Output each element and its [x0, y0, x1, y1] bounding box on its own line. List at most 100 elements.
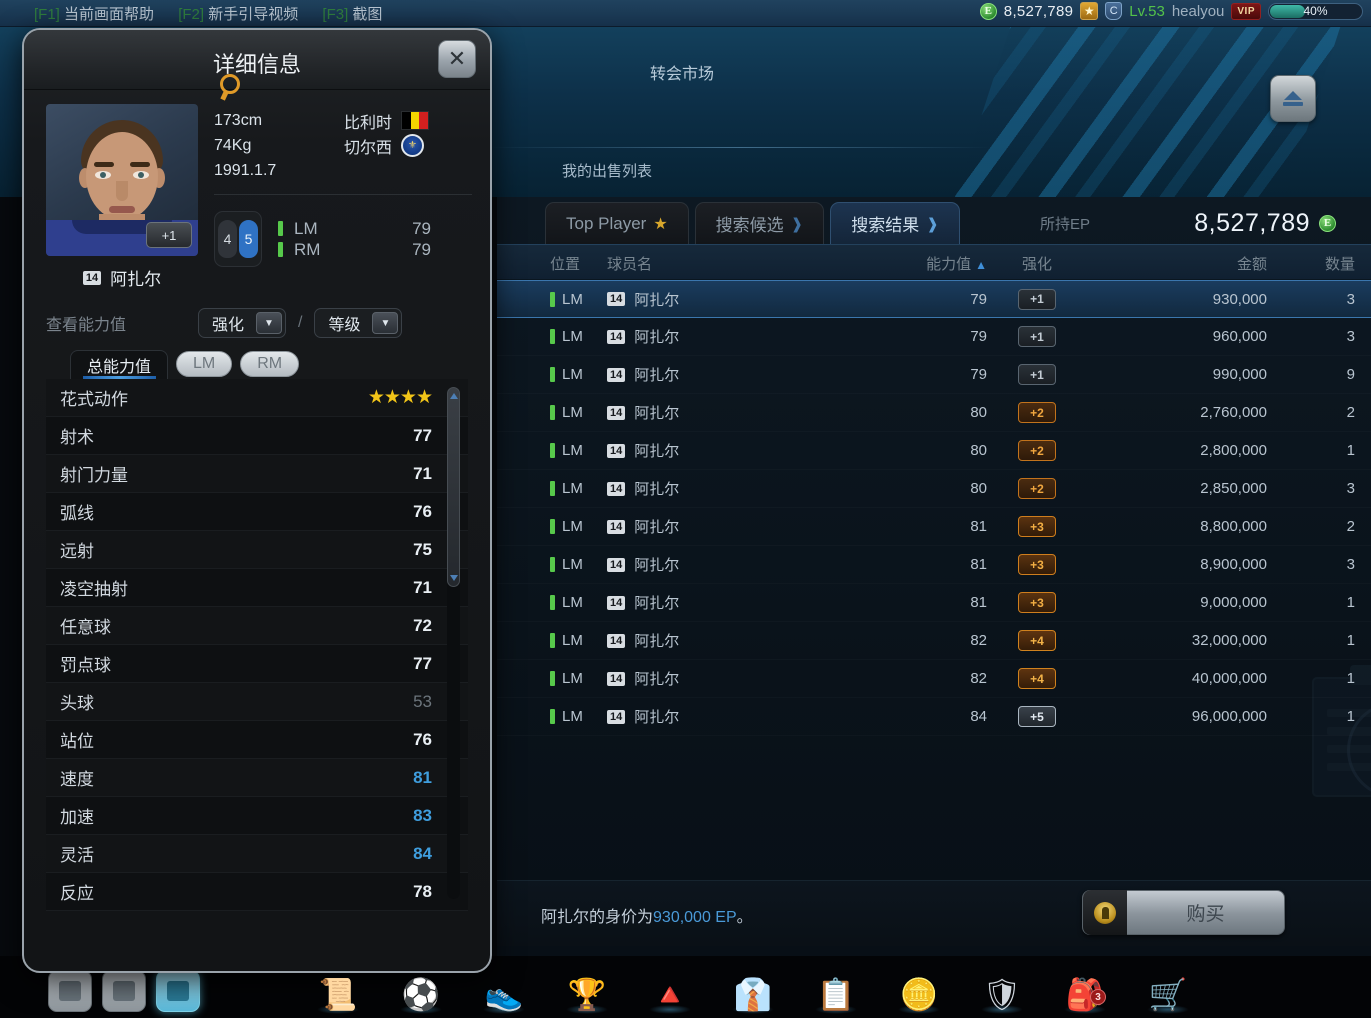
row-quantity: 2 — [1346, 518, 1355, 535]
stat-scrollbar[interactable] — [447, 387, 460, 899]
position-value: 79 — [412, 218, 431, 238]
row-player-name: 阿扎尔 — [634, 595, 680, 612]
tab-lm[interactable]: LM — [176, 351, 233, 377]
row-player-name: 阿扎尔 — [634, 291, 680, 309]
hotkey-f3[interactable]: [F3] 截图 — [322, 6, 382, 23]
column-header-enhance[interactable]: 强化 — [987, 253, 1087, 274]
search-icon — [220, 74, 240, 94]
player-name: 阿扎尔 — [110, 270, 162, 289]
my-sales-list-link[interactable]: 我的出售列表 — [562, 160, 652, 181]
jersey-number: 14 — [607, 519, 626, 534]
jersey-number: 14 — [607, 443, 626, 458]
table-row[interactable]: LM 14 阿扎尔 80 +2 2,760,000 2 — [497, 394, 1371, 432]
market-title: 转会市场 — [650, 66, 715, 83]
table-row[interactable]: LM 14 阿扎尔 82 +4 40,000,000 1 — [497, 660, 1371, 698]
row-overall: 82 — [970, 670, 987, 687]
row-enhance-badge: +1 — [1018, 364, 1056, 385]
player-details-dialog: 详细信息 ✕ +1 14 阿扎尔 173cm 比利时 74Kg 切尔西 ⚜ 19… — [22, 28, 492, 973]
attributes-divider — [214, 194, 472, 195]
clipboard-icon[interactable]: 📋 — [808, 960, 864, 1016]
row-overall: 82 — [970, 632, 987, 649]
ep-coin-icon: E — [979, 2, 997, 20]
ep-value: 8,527,789 — [1194, 208, 1310, 237]
column-header-overall[interactable]: 能力值 ▲ — [867, 253, 987, 274]
star-icon[interactable]: ★ — [1080, 2, 1099, 20]
dock-badge: 3 — [1090, 989, 1106, 1005]
buy-button[interactable]: 购买 — [1082, 890, 1285, 935]
row-quantity: 1 — [1346, 670, 1355, 687]
row-quantity: 1 — [1346, 594, 1355, 611]
hotkey-f2[interactable]: [F2] 新手引导视频 — [178, 6, 298, 23]
table-row[interactable]: LM 14 阿扎尔 79 +1 930,000 3 — [497, 280, 1371, 318]
table-row[interactable]: LM 14 阿扎尔 81 +3 8,900,000 3 — [497, 546, 1371, 584]
enhance-badge: +1 — [146, 222, 192, 248]
shield-icon[interactable]: C — [1105, 2, 1123, 20]
table-row[interactable]: LM 14 阿扎尔 82 +4 32,000,000 1 — [497, 622, 1371, 660]
position-bar-icon — [550, 633, 555, 648]
foot-rating-icon: 4 5 — [214, 211, 262, 267]
home-icon[interactable] — [48, 970, 92, 1012]
row-player-name: 阿扎尔 — [634, 519, 680, 536]
market-tabs: Top Player ★ 搜索候选 ❱ 搜索结果 ❱ — [545, 202, 966, 244]
cart-icon[interactable]: 🛒 — [1140, 960, 1196, 1016]
player-name-row: 14 阿扎尔 — [46, 265, 198, 290]
coin-icon[interactable]: 🪙 — [891, 960, 947, 1016]
table-row[interactable]: LM 14 阿扎尔 79 +1 990,000 9 — [497, 356, 1371, 394]
bag-icon[interactable]: 🎒 3 — [1057, 960, 1113, 1016]
table-row[interactable]: LM 14 阿扎尔 81 +3 9,000,000 1 — [497, 584, 1371, 622]
gallery-icon[interactable] — [156, 970, 200, 1012]
stat-label: 远射 — [60, 542, 94, 561]
position-ratings: LM 79 RM 79 — [278, 218, 431, 260]
tab-label: 搜索候选 — [715, 216, 784, 235]
stat-row: 远射 75 — [46, 531, 468, 569]
row-enhance-badge: +2 — [1018, 478, 1056, 499]
ranking-pyramid-icon[interactable]: 🔺 — [642, 960, 698, 1016]
trophy-icon[interactable]: 🏆 — [559, 960, 615, 1016]
uniform-icon[interactable]: 👔 — [725, 960, 781, 1016]
row-position: LM — [562, 328, 583, 345]
table-row[interactable]: LM 14 阿扎尔 84 +5 96,000,000 1 — [497, 698, 1371, 736]
stat-value: 76 — [413, 501, 432, 521]
eject-button[interactable] — [1270, 75, 1316, 122]
column-header-position[interactable]: 位置 — [497, 253, 607, 274]
buy-button-label: 购买 — [1186, 904, 1225, 925]
stat-area: 花式动作 ★★★★ 射术 77 射门力量 71 弧线 76 远射 75 凌空抽射 71 任意球 72 罚点球… — [46, 379, 468, 911]
tab-label: Top Player — [566, 213, 647, 233]
tab-search-results[interactable]: 搜索结果 ❱ — [830, 202, 960, 244]
jersey-number: 14 — [607, 329, 626, 344]
row-enhance-badge: +3 — [1018, 592, 1056, 613]
hotkey-hints: [F1] 当前画面帮助 [F2] 新手引导视频 [F3] 截图 — [34, 3, 402, 24]
jersey-number: 14 — [607, 481, 626, 496]
column-header-price[interactable]: 金额 — [1087, 253, 1267, 274]
table-row[interactable]: LM 14 阿扎尔 79 +1 960,000 3 — [497, 318, 1371, 356]
row-overall: 79 — [970, 328, 987, 345]
tab-top-player[interactable]: Top Player ★ — [545, 202, 689, 244]
level-dropdown[interactable]: 等级 ▼ — [314, 308, 403, 338]
player-card[interactable]: +1 14 阿扎尔 — [46, 104, 198, 290]
club-icon[interactable]: 🛡 — [974, 960, 1030, 1016]
contract-icon-glyph: 📜 — [318, 977, 358, 1012]
close-icon[interactable]: ✕ — [438, 40, 476, 78]
stat-value: 83 — [413, 805, 432, 825]
account-status: E 8,527,789 ★ C Lv.53 healyou VIP 40% — [979, 2, 1363, 20]
stat-row: 站位 76 — [46, 721, 468, 759]
row-quantity: 3 — [1346, 480, 1355, 497]
column-header-name[interactable]: 球员名 — [607, 253, 867, 274]
results-table-body: LM 14 阿扎尔 79 +1 930,000 3 LM 14 阿扎尔 79 +1 960,000 3 LM… — [497, 280, 1371, 736]
table-row[interactable]: LM 14 阿扎尔 80 +2 2,850,000 3 — [497, 470, 1371, 508]
row-price: 8,800,000 — [1200, 518, 1267, 535]
scrollbar-thumb[interactable] — [447, 387, 460, 587]
stat-value: 84 — [413, 843, 432, 863]
tab-overall-ability[interactable]: 总能力值 — [70, 350, 169, 379]
tab-rm[interactable]: RM — [240, 351, 300, 377]
stat-label: 射门力量 — [60, 466, 128, 485]
hotkey-f1[interactable]: [F1] 当前画面帮助 — [34, 6, 154, 23]
chat-icon[interactable] — [102, 970, 146, 1012]
table-row[interactable]: LM 14 阿扎尔 81 +3 8,800,000 2 — [497, 508, 1371, 546]
column-header-quantity[interactable]: 数量 — [1267, 253, 1355, 274]
table-row[interactable]: LM 14 阿扎尔 80 +2 2,800,000 1 — [497, 432, 1371, 470]
row-player-name: 阿扎尔 — [634, 367, 680, 384]
stat-label: 凌空抽射 — [60, 580, 128, 599]
tab-search-candidates[interactable]: 搜索候选 ❱ — [694, 202, 825, 244]
enhance-dropdown[interactable]: 强化 ▼ — [198, 308, 286, 338]
